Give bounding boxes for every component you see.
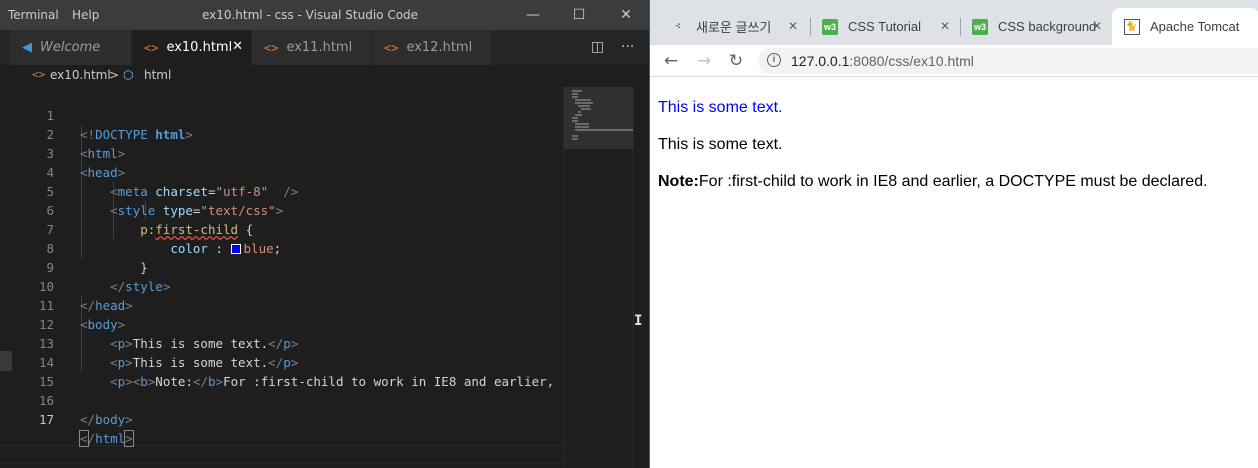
back-button[interactable]: ← bbox=[660, 50, 682, 72]
more-actions-icon[interactable]: ··· bbox=[621, 39, 634, 55]
browser-tab-css-background[interactable]: w3 CSS background ✕ bbox=[960, 8, 1112, 45]
vscode-window: Terminal Help ex10.html - css - Visual S… bbox=[0, 0, 649, 468]
code-token: html bbox=[95, 431, 126, 446]
paragraph-first-child: This is some text. bbox=[658, 99, 783, 116]
html-file-icon: <> bbox=[264, 40, 279, 55]
gutter-marker bbox=[0, 351, 12, 371]
close-tab-icon[interactable]: ✕ bbox=[1092, 19, 1102, 33]
url-host: 127.0.0.1 bbox=[791, 53, 850, 69]
code-line: 2 <html> bbox=[0, 106, 563, 161]
code-line: 13 <p>This is some text.</p> bbox=[0, 315, 563, 370]
code-line: 5 <style type="text/css"> bbox=[0, 163, 563, 218]
close-window-button[interactable]: ✕ bbox=[603, 0, 649, 30]
browser-tab-title: Apache Tomcat bbox=[1150, 19, 1240, 34]
paragraph: This is some text. bbox=[658, 136, 783, 153]
code-editor[interactable]: 1 <!DOCTYPE html> 2 <html> 3 <head> 4 <m… bbox=[0, 87, 563, 468]
split-editor-icon[interactable]: ◫ bbox=[591, 39, 604, 55]
browser-tab-title: CSS Tutorial bbox=[848, 19, 921, 34]
vscode-icon: ◀ bbox=[22, 40, 32, 55]
note-text: For :first-child to work in IE8 and earl… bbox=[698, 173, 1208, 190]
editor-tab-bar: ◀ Welcome <> ex10.html ✕ <> ex11.html <>… bbox=[0, 30, 649, 65]
tab-label: Welcome bbox=[40, 40, 101, 55]
close-tab-icon[interactable]: ✕ bbox=[940, 19, 950, 33]
browser-tab-new-post[interactable]: ⁖ 새로운 글쓰기 ✕ bbox=[658, 8, 808, 45]
code-line: 7 color : blue; bbox=[0, 201, 563, 256]
maximize-button[interactable]: ☐ bbox=[556, 0, 602, 30]
breadcrumb-symbol[interactable]: html bbox=[144, 68, 171, 82]
symbol-icon: ⬡ bbox=[123, 68, 134, 82]
html-file-icon: <> bbox=[32, 68, 46, 81]
breadcrumb: <> ex10.html > ⬡ html bbox=[0, 65, 649, 87]
code-line: 14 <p><b>Note:</b>For :first-child to wo… bbox=[0, 334, 563, 389]
page-viewport: This is some text. This is some text. No… bbox=[650, 78, 1258, 468]
breadcrumb-separator: > bbox=[109, 68, 120, 82]
editor-actions: ◫ ··· bbox=[579, 30, 649, 65]
tab-ex12[interactable]: <> ex12.html bbox=[372, 30, 492, 65]
forward-button[interactable]: → bbox=[693, 50, 715, 72]
code-line: 6 p:first-child { bbox=[0, 182, 563, 237]
note-label: Note: bbox=[658, 173, 699, 190]
close-tab-icon[interactable]: ✕ bbox=[788, 19, 798, 33]
editor-scrollbar[interactable] bbox=[633, 87, 649, 468]
browser-tab-apache-tomcat[interactable]: 🐈 Apache Tomcat bbox=[1112, 8, 1258, 45]
paragraph-note: Note:For :first-child to work in IE8 and… bbox=[658, 172, 1251, 191]
code-line: 3 <head> bbox=[0, 125, 563, 180]
code-line: 17 </html> bbox=[0, 391, 563, 447]
tab-ex11[interactable]: <> ex11.html bbox=[252, 30, 372, 65]
browser-tab-css-tutorial[interactable]: w3 CSS Tutorial ✕ bbox=[810, 8, 960, 45]
browser-tab-strip: ⁖ 새로운 글쓰기 ✕ w3 CSS Tutorial ✕ w3 CSS bac… bbox=[650, 0, 1258, 45]
code-line: 12 <p>This is some text.</p> bbox=[0, 296, 563, 351]
code-line: 16 </body> bbox=[0, 372, 563, 427]
tomcat-icon: 🐈 bbox=[1124, 18, 1140, 35]
code-line: 11 <body> bbox=[0, 277, 563, 332]
tab-label: ex10.html bbox=[166, 40, 233, 55]
w3schools-icon: w3 bbox=[822, 18, 838, 35]
tab-ex10[interactable]: <> ex10.html ✕ bbox=[132, 30, 252, 65]
address-bar[interactable]: i 127.0.0.1:8080/css/ex10.html bbox=[758, 48, 1258, 74]
minimize-button[interactable]: — bbox=[510, 0, 556, 30]
code-token: body bbox=[95, 412, 126, 427]
line-number: 17 bbox=[38, 412, 54, 427]
html-file-icon: <> bbox=[144, 40, 159, 55]
close-tab-icon[interactable]: ✕ bbox=[232, 39, 243, 54]
dots-icon: ⁖ bbox=[675, 21, 681, 31]
minimap[interactable] bbox=[563, 87, 634, 468]
address-url[interactable]: 127.0.0.1:8080/css/ex10.html bbox=[791, 53, 974, 69]
code-line: 9 </style> bbox=[0, 239, 563, 294]
toolbar: ← → ↻ i 127.0.0.1:8080/css/ex10.html bbox=[650, 45, 1258, 77]
tab-welcome[interactable]: ◀ Welcome bbox=[10, 30, 132, 65]
code-line: 1 <!DOCTYPE html> bbox=[0, 87, 563, 142]
browser-window: ⁖ 새로운 글쓰기 ✕ w3 CSS Tutorial ✕ w3 CSS bac… bbox=[649, 0, 1258, 468]
title-bar: Terminal Help ex10.html - css - Visual S… bbox=[0, 0, 649, 30]
w3schools-icon: w3 bbox=[972, 18, 988, 35]
browser-tab-title: CSS background bbox=[998, 19, 1097, 34]
text-cursor-icon: I bbox=[634, 313, 643, 329]
url-path: :8080/css/ex10.html bbox=[849, 53, 974, 69]
code-line: 4 <meta charset="utf-8" /> bbox=[0, 144, 563, 199]
info-icon[interactable]: i bbox=[767, 53, 781, 67]
code-line: 15 bbox=[0, 353, 563, 389]
breadcrumb-file[interactable]: ex10.html bbox=[50, 68, 111, 82]
reload-button[interactable]: ↻ bbox=[725, 50, 747, 72]
html-file-icon: <> bbox=[384, 40, 399, 55]
browser-tab-title: 새로운 글쓰기 bbox=[696, 20, 772, 35]
tab-label: ex11.html bbox=[286, 40, 353, 55]
tab-label: ex12.html bbox=[406, 40, 473, 55]
code-line: 10 </head> bbox=[0, 258, 563, 313]
code-line: 8 } bbox=[0, 220, 563, 275]
